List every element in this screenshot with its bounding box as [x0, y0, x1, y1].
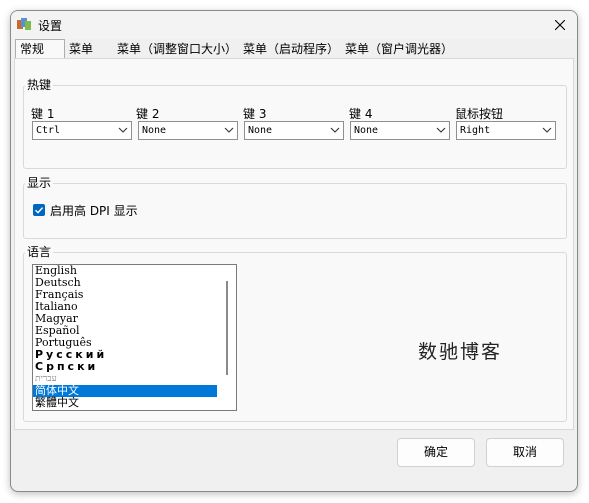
tab-label: 菜单（启动程序）	[243, 42, 340, 56]
key3-select[interactable]: None	[244, 121, 344, 140]
tab-general[interactable]: 常规	[15, 39, 65, 59]
chevron-down-icon	[436, 127, 446, 133]
key1-value: Ctrl	[36, 125, 61, 136]
close-button[interactable]	[549, 14, 571, 36]
key4-value: None	[354, 125, 379, 136]
checkmark-icon	[35, 207, 44, 214]
cancel-button[interactable]: 取消	[486, 438, 564, 467]
mouse-button-value: Right	[460, 125, 491, 136]
tab-menu-window-dimmer[interactable]: 菜单（窗户调光器）	[341, 41, 457, 58]
settings-dialog: 设置 常规 菜单 菜单（调整窗口大小） 菜单（启动程序） 菜单（窗户调光器） 热…	[10, 10, 578, 492]
tab-label: 常规	[20, 42, 45, 56]
language-item-serbian[interactable]: Српски	[33, 361, 217, 373]
key2-select[interactable]: None	[138, 121, 238, 140]
tab-menu-resize-window[interactable]: 菜单（调整窗口大小）	[113, 41, 241, 58]
app-icon	[17, 18, 31, 30]
key1-select[interactable]: Ctrl	[32, 121, 132, 140]
chevron-down-icon	[542, 127, 552, 133]
chevron-down-icon	[330, 127, 340, 133]
tab-menu-launch-program[interactable]: 菜单（启动程序）	[239, 41, 343, 58]
display-legend: 显示	[25, 176, 54, 190]
key3-label: 键 3	[243, 107, 267, 121]
mouse-button-select[interactable]: Right	[456, 121, 556, 140]
close-icon	[554, 19, 566, 31]
tab-menu[interactable]: 菜单	[65, 41, 97, 58]
language-legend: 语言	[25, 245, 54, 259]
key1-label: 键 1	[31, 107, 55, 121]
tab-label: 菜单（调整窗口大小）	[117, 42, 238, 56]
ok-button[interactable]: 确定	[397, 438, 475, 467]
tab-label: 菜单（窗户调光器）	[345, 42, 454, 56]
key4-label: 键 4	[349, 107, 373, 121]
key4-select[interactable]: None	[350, 121, 450, 140]
hotkeys-legend: 热键	[25, 78, 54, 92]
mouse-button-label: 鼠标按钮	[455, 107, 504, 121]
watermark-text: 数驰博客	[418, 341, 503, 363]
general-tab-panel: 热键 键 1 键 2 键 3 键 4 鼠标按钮 Ctrl None None N…	[14, 58, 574, 430]
key2-value: None	[142, 125, 167, 136]
listbox-scrollbar[interactable]	[226, 281, 228, 375]
key2-label: 键 2	[136, 107, 160, 121]
key3-value: None	[248, 125, 273, 136]
chevron-down-icon	[118, 127, 128, 133]
language-item-traditional-chinese[interactable]: 繁體中文	[33, 397, 217, 409]
language-listbox[interactable]: English Deutsch Français Italiano Magyar…	[32, 264, 237, 411]
tab-strip: 常规 菜单 菜单（调整窗口大小） 菜单（启动程序） 菜单（窗户调光器）	[11, 39, 577, 59]
window-title: 设置	[38, 19, 63, 33]
tab-label: 菜单	[69, 42, 94, 56]
high-dpi-checkbox[interactable]	[33, 204, 45, 216]
chevron-down-icon	[224, 127, 234, 133]
high-dpi-label: 启用高 DPI 显示	[50, 204, 138, 218]
title-bar: 设置	[11, 11, 577, 39]
